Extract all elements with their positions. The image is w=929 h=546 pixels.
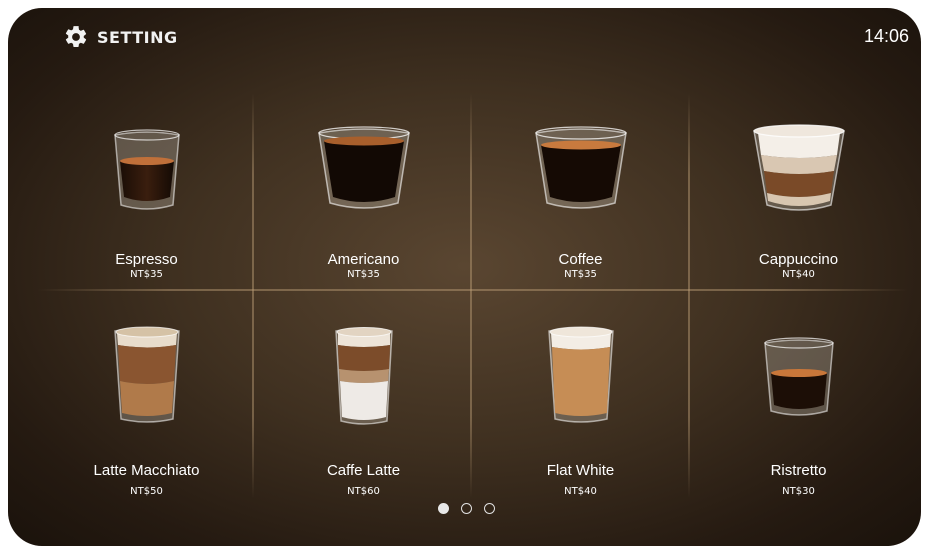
drink-name: Ristretto <box>770 462 827 479</box>
drink-price: NT$60 <box>347 486 380 497</box>
drink-tile-espresso[interactable]: Espresso NT$35 <box>38 93 255 289</box>
coffee-machine-screen: SETTING 14:06 Espresso NT$35 Americano N… <box>8 8 921 546</box>
cappuccino-cup-icon <box>752 124 845 211</box>
drink-tile-flat-white[interactable]: Flat White NT$40 <box>472 291 689 497</box>
drink-price: NT$40 <box>564 486 597 497</box>
drink-tile-cappuccino[interactable]: Cappuccino NT$40 <box>690 93 907 289</box>
drink-tile-caffe-latte[interactable]: Caffe Latte NT$60 <box>255 291 472 497</box>
gear-icon <box>65 26 87 47</box>
drink-tile-ristretto[interactable]: Ristretto NT$30 <box>690 291 907 497</box>
drink-price: NT$30 <box>782 486 815 497</box>
drink-name: Americano <box>327 251 400 268</box>
drink-name: Flat White <box>546 462 615 479</box>
drink-grid: Espresso NT$35 Americano NT$35 Coffee NT… <box>38 93 908 498</box>
drink-price: NT$50 <box>130 486 163 497</box>
drink-price: NT$40 <box>782 269 815 280</box>
setting-label: SETTING <box>97 27 178 47</box>
drink-price: NT$35 <box>564 269 597 280</box>
drink-name: Latte Macchiato <box>93 462 200 479</box>
top-bar: SETTING 14:06 <box>8 8 921 68</box>
caffe-latte-glass-icon <box>334 327 393 425</box>
drink-name: Coffee <box>558 251 603 268</box>
americano-cup-icon <box>317 126 410 209</box>
page-dot-2[interactable] <box>461 503 472 514</box>
page-indicator <box>438 503 495 514</box>
ristretto-cup-icon <box>763 337 834 416</box>
latte-macchiato-glass-icon <box>113 326 180 423</box>
page-dot-1[interactable] <box>438 503 449 514</box>
coffee-cup-icon <box>534 126 627 209</box>
drink-price: NT$35 <box>347 269 380 280</box>
espresso-cup-icon <box>113 129 180 210</box>
drink-name: Espresso <box>115 251 178 268</box>
page-dot-3[interactable] <box>484 503 495 514</box>
drink-tile-latte-macchiato[interactable]: Latte Macchiato NT$50 <box>38 291 255 497</box>
flat-white-glass-icon <box>547 326 614 423</box>
drink-tile-americano[interactable]: Americano NT$35 <box>255 93 472 289</box>
drink-price: NT$35 <box>130 269 163 280</box>
setting-button[interactable]: SETTING <box>63 24 178 50</box>
drink-name: Caffe Latte <box>326 462 401 479</box>
drink-tile-coffee[interactable]: Coffee NT$35 <box>472 93 689 289</box>
clock: 14:06 <box>863 26 909 46</box>
drink-name: Cappuccino <box>758 251 839 268</box>
